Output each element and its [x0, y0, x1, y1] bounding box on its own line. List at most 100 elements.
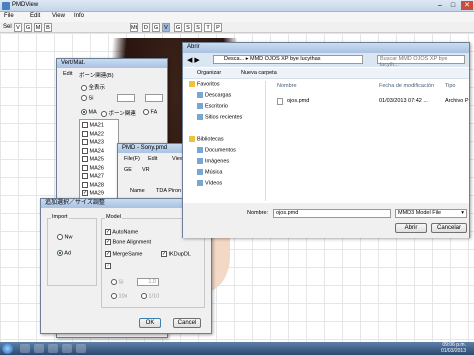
nav-item[interactable]: Música: [197, 169, 222, 175]
checkbox-checked-icon[interactable]: ✓: [82, 190, 88, 196]
toolbar-button-v[interactable]: V: [14, 23, 22, 32]
material-list-item[interactable]: MA23: [82, 139, 104, 145]
new-folder-button[interactable]: Nueva carpeta: [241, 70, 277, 76]
filter-si[interactable]: Si: [81, 95, 93, 101]
organize-button[interactable]: Organizar: [197, 70, 221, 76]
checkbox-icon[interactable]: [82, 173, 88, 179]
pmd-menu-file[interactable]: File(F): [124, 156, 140, 162]
toolbar-button-t[interactable]: T: [204, 23, 212, 32]
cancel-open-button[interactable]: Cancelar: [431, 223, 467, 233]
autoname-checkbox[interactable]: ✓ AutoName: [105, 229, 138, 235]
material-list-item[interactable]: MA28: [82, 181, 104, 188]
taskbar-app-icon[interactable]: [20, 344, 30, 353]
size-10x-option[interactable]: 10x: [111, 293, 127, 299]
filter-ma-label: MA: [88, 109, 97, 116]
toolbar-button-m[interactable]: M: [34, 23, 42, 32]
material-list-item[interactable]: MA26: [82, 164, 104, 171]
size-enable-checkbox[interactable]: ✓: [105, 263, 111, 269]
material-list-item[interactable]: MA22: [82, 130, 104, 137]
checkbox-icon[interactable]: [82, 147, 88, 154]
taskbar-app-icon[interactable]: [76, 344, 86, 353]
nav-item[interactable]: Documentos: [197, 147, 236, 153]
pmd-tab-ge[interactable]: GE: [124, 167, 132, 173]
filter-fa-label: FA: [150, 109, 158, 116]
bone-alignment-checkbox[interactable]: ✓ Bone Alignment: [105, 239, 151, 245]
checkbox-icon[interactable]: [82, 164, 88, 171]
size-1-10-option[interactable]: 1/10: [141, 293, 159, 299]
maximize-button[interactable]: □: [447, 1, 459, 10]
pmd-menu-edit[interactable]: Edit: [148, 156, 157, 162]
open-file-dialog: Abrir ◀ ▶ Desca... ▸ MMD OJOS XP bye luc…: [182, 42, 470, 238]
range-from-input[interactable]: [117, 94, 135, 102]
filter-fa[interactable]: FA: [143, 109, 157, 115]
checkbox-icon[interactable]: [82, 181, 88, 188]
nav-item[interactable]: Descargas: [197, 92, 231, 98]
toolbar-button-view[interactable]: V: [162, 23, 170, 32]
nav-item[interactable]: Bibliotecas: [189, 136, 224, 142]
checkbox-icon[interactable]: [82, 122, 88, 128]
toolbar-button-d[interactable]: D: [142, 23, 150, 32]
ikdupdl-checkbox[interactable]: ✓ IKDupDL: [161, 251, 191, 257]
size-si-option[interactable]: Si: [111, 279, 123, 285]
taskbar-app-icon[interactable]: [62, 344, 72, 353]
menu-file[interactable]: File: [4, 13, 14, 19]
checkbox-icon[interactable]: [82, 130, 88, 137]
column-date[interactable]: Fecha de modificación: [379, 83, 434, 89]
material-list-item[interactable]: MA27: [82, 173, 104, 179]
toolbar-button-mt[interactable]: Mt: [130, 23, 138, 32]
taskbar-app-icon[interactable]: [34, 344, 44, 353]
minimize-button[interactable]: –: [434, 1, 446, 10]
checkbox-icon[interactable]: [82, 139, 88, 145]
toolbar-button-g3[interactable]: G: [174, 23, 182, 32]
open-button[interactable]: Abrir: [395, 223, 427, 233]
nav-item[interactable]: Escritorio: [197, 103, 228, 109]
toolbar-button-b[interactable]: B: [44, 23, 52, 32]
mergesame-checkbox[interactable]: ✓ MergeSame: [105, 251, 143, 257]
taskbar-app-icon[interactable]: [48, 344, 58, 353]
path-segment[interactable]: Desca...: [224, 56, 244, 62]
back-arrow-icon[interactable]: ◀ ▶: [187, 56, 200, 64]
nav-item[interactable]: Vídeos: [197, 180, 222, 186]
pmd-tab-vr[interactable]: VR: [142, 167, 150, 173]
nav-item[interactable]: Imágenes: [197, 158, 229, 164]
checkbox-icon[interactable]: [82, 156, 88, 162]
file-row[interactable]: ojos.pmd 01/03/2013 07:42 ... Archivo P: [275, 97, 469, 107]
pane-divider[interactable]: [265, 81, 266, 201]
toolbar-button-s[interactable]: S: [184, 23, 192, 32]
vertmat-menu-edit[interactable]: Edit: [63, 71, 72, 77]
ok-button[interactable]: OK: [139, 318, 161, 328]
material-list-item[interactable]: ✓ MA29: [82, 190, 104, 196]
import-add-option[interactable]: Ad: [57, 250, 71, 256]
bone-alignment-label: Bone Alignment: [112, 239, 152, 246]
import-new-option[interactable]: Nw: [57, 234, 72, 240]
filter-all[interactable]: 全表示: [81, 83, 105, 91]
filter-bone[interactable]: ボーン関連: [101, 109, 136, 117]
filter-ma[interactable]: MA: [81, 109, 97, 115]
menu-info[interactable]: Info: [74, 13, 84, 19]
toolbar-button-g2[interactable]: G: [152, 23, 160, 32]
menu-edit[interactable]: Edit: [30, 13, 40, 19]
nav-item[interactable]: Favoritos: [189, 81, 220, 87]
close-button[interactable]: ✕: [461, 1, 473, 10]
cancel-button[interactable]: Cancel: [173, 318, 201, 328]
column-name[interactable]: Nombre: [277, 83, 297, 89]
size-value-input[interactable]: 1.0: [137, 278, 159, 286]
vertmat-menu-bone[interactable]: ボーン関連(B): [79, 71, 114, 79]
material-list-item[interactable]: MA21: [82, 122, 104, 128]
nav-item[interactable]: Sitios recientes: [197, 114, 242, 120]
toolbar-button-p[interactable]: P: [214, 23, 222, 32]
search-input[interactable]: Buscar MMD OJOS XP bye lucyth...: [377, 55, 465, 68]
path-segment[interactable]: MMD OJOS XP bye lucythas: [250, 56, 321, 62]
start-button[interactable]: [2, 343, 13, 354]
address-bar[interactable]: Desca... ▸ MMD OJOS XP bye lucythas: [213, 55, 363, 64]
menu-view[interactable]: View: [52, 13, 65, 19]
column-type[interactable]: Tipo: [445, 83, 456, 89]
system-clock[interactable]: 09:06 p.m. 01/03/2013: [441, 342, 466, 354]
filetype-select[interactable]: MMD3 Model File ▾: [395, 209, 467, 218]
toolbar-button-s2[interactable]: S: [194, 23, 202, 32]
material-list-item[interactable]: MA25: [82, 156, 104, 162]
toolbar-button-g[interactable]: G: [24, 23, 32, 32]
material-list-item[interactable]: MA24: [82, 147, 104, 154]
range-to-input[interactable]: [145, 94, 163, 102]
filename-input[interactable]: ojos.pmd: [273, 209, 391, 218]
